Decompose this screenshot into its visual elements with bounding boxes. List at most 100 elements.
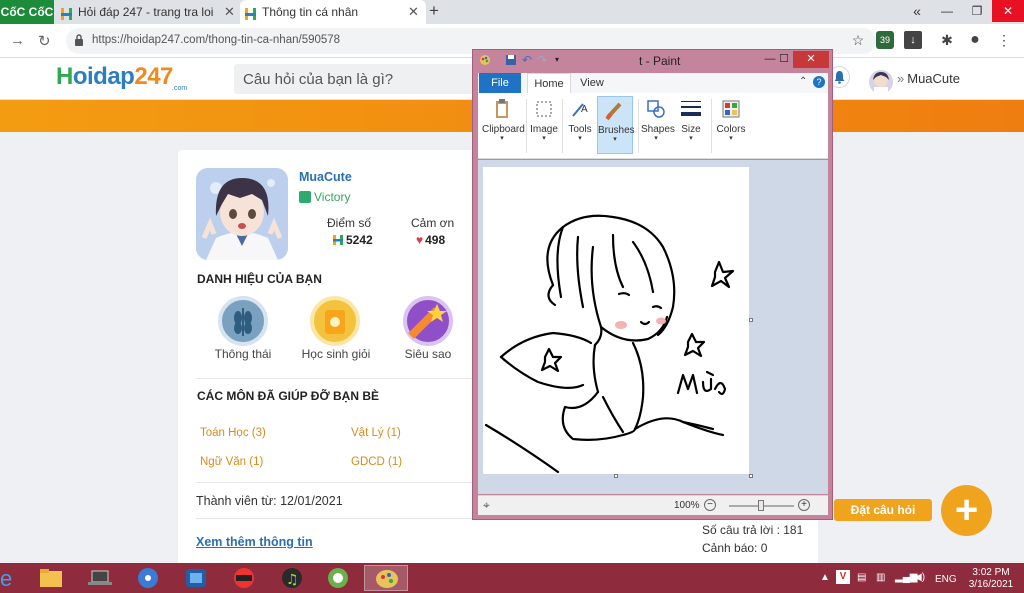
- tab-menu-icon[interactable]: «: [902, 0, 932, 22]
- minimize-button[interactable]: —: [932, 0, 962, 22]
- file-explorer-icon[interactable]: [30, 565, 70, 591]
- tab-hoidap[interactable]: Hỏi đáp 247 - trang tra loi ✕: [56, 0, 238, 24]
- paint-close-button[interactable]: ✕: [793, 51, 829, 68]
- tab-home[interactable]: Home: [527, 73, 571, 93]
- laptop-app-icon[interactable]: [80, 565, 120, 591]
- ribbon-tabs: File Home View ⌃ ?: [478, 73, 828, 93]
- site-search-input[interactable]: Câu hỏi của bạn là gì?: [234, 64, 484, 94]
- tray-app-icon[interactable]: ▥: [876, 572, 885, 583]
- subject-link[interactable]: GDCD (1): [351, 456, 402, 468]
- logo-247: 247: [134, 63, 173, 90]
- tab-title: Thông tin cá nhân: [262, 5, 359, 19]
- close-window-button[interactable]: ✕: [992, 0, 1024, 22]
- tab-close-icon[interactable]: ✕: [408, 0, 419, 24]
- brushes-group[interactable]: Brushes ▾: [597, 96, 635, 154]
- paint-app-icon[interactable]: [479, 54, 491, 66]
- points-label: Điểm số: [327, 216, 372, 230]
- save-icon[interactable]: [505, 54, 517, 66]
- redo-icon[interactable]: ↷: [537, 54, 549, 66]
- video-app-icon[interactable]: [176, 565, 216, 591]
- answers-count: Số câu trả lời : 181: [702, 523, 804, 537]
- logo-oidap: oidap: [72, 63, 135, 90]
- volume-icon[interactable]: ◀): [914, 572, 925, 583]
- tab-profile[interactable]: Thông tin cá nhân ✕: [240, 0, 426, 24]
- help-icon[interactable]: ?: [813, 76, 825, 88]
- badge-wise-icon[interactable]: [218, 296, 268, 346]
- download-icon[interactable]: ↓: [904, 31, 922, 49]
- tray-app-icon[interactable]: ▤: [857, 572, 866, 583]
- colors-group[interactable]: Colors ▾: [714, 96, 748, 154]
- tab-close-icon[interactable]: ✕: [224, 0, 235, 24]
- size-group[interactable]: Size ▾: [676, 96, 706, 154]
- dropdown-arrow-icon: ▾: [654, 135, 658, 142]
- restore-button[interactable]: ❐: [962, 0, 992, 22]
- paint-taskbar-icon[interactable]: [364, 565, 408, 591]
- vietkey-icon[interactable]: V: [836, 570, 850, 584]
- points-number: 5242: [346, 233, 373, 247]
- dropdown-arrow-icon: ▾: [500, 135, 504, 142]
- tools-group[interactable]: A Tools ▾: [565, 96, 595, 154]
- select-icon: [533, 98, 555, 120]
- coccoc-brand[interactable]: CốC CốC: [0, 0, 54, 24]
- zoom-slider-thumb[interactable]: [758, 500, 764, 511]
- shapes-group[interactable]: Shapes ▾: [641, 96, 675, 154]
- account-icon[interactable]: ●: [966, 31, 984, 49]
- undo-icon[interactable]: ↶: [522, 54, 534, 66]
- music-app-icon[interactable]: ♫: [272, 565, 312, 591]
- new-tab-button[interactable]: +: [429, 0, 439, 22]
- badge-label: Học sinh giỏi: [301, 347, 371, 361]
- ask-question-button[interactable]: +: [941, 485, 992, 536]
- user-menu[interactable]: » MuaCute: [897, 71, 960, 86]
- recorder-app-icon[interactable]: [224, 565, 264, 591]
- more-menu-icon[interactable]: ⋮: [995, 31, 1013, 49]
- tab-title: Hỏi đáp 247 - trang tra loi: [78, 5, 214, 19]
- dropdown-arrow-icon: ▾: [542, 135, 546, 142]
- hoidap247-logo[interactable]: Hoidap247: [56, 63, 173, 91]
- ask-question-label[interactable]: Đặt câu hỏi: [834, 499, 932, 521]
- clipboard-group[interactable]: Clipboard ▾: [482, 96, 525, 154]
- ribbon-collapse-icon[interactable]: ⌃: [799, 76, 807, 87]
- zoom-in-button[interactable]: +: [798, 499, 810, 511]
- dropdown-arrow-icon: ▾: [729, 135, 733, 142]
- bookmark-star-icon[interactable]: ☆: [849, 31, 867, 49]
- extensions-puzzle-icon[interactable]: ✱: [938, 31, 956, 49]
- tab-file[interactable]: File: [479, 73, 521, 93]
- badge-good-student-icon[interactable]: [310, 296, 360, 346]
- more-info-link[interactable]: Xem thêm thông tin: [196, 535, 313, 549]
- coccoc-browser-icon[interactable]: [318, 565, 358, 591]
- forward-icon[interactable]: →: [10, 32, 25, 49]
- ribbon-separator: [526, 99, 527, 153]
- hoidap-favicon-icon: [60, 5, 73, 20]
- colors-palette-icon: [720, 98, 742, 120]
- subject-link[interactable]: Ngữ Văn (1): [200, 456, 263, 468]
- reload-icon[interactable]: ↻: [38, 32, 51, 50]
- size-icon: [680, 98, 702, 120]
- media-disc-icon[interactable]: [128, 565, 168, 591]
- windows-taskbar: e ♫ ▲ V ▤ ▥ ▂▄▆ ◀) ENG 3:02 PM 3/16/2021: [0, 563, 1024, 593]
- tray-overflow-icon[interactable]: ▲: [820, 572, 830, 583]
- system-clock[interactable]: 3:02 PM 3/16/2021: [966, 567, 1016, 591]
- image-group[interactable]: Image ▾: [529, 96, 559, 154]
- subject-link[interactable]: Vật Lý (1): [351, 427, 401, 439]
- user-avatar[interactable]: [869, 70, 893, 94]
- paint-title-bar[interactable]: ↶ ↷ ▾ t - Paint — ☐ ✕: [473, 50, 832, 72]
- quick-access-dropdown-icon[interactable]: ▾: [555, 54, 567, 66]
- zoom-level: 100%: [674, 500, 700, 511]
- resize-handle[interactable]: [749, 318, 753, 322]
- badge-superstar-icon[interactable]: [403, 296, 453, 346]
- profile-avatar: [196, 168, 288, 260]
- hoidap-favicon-icon: [244, 5, 257, 20]
- rank-label: Victory: [314, 190, 351, 204]
- tab-view[interactable]: View: [576, 73, 608, 93]
- profile-name[interactable]: MuaCute: [299, 170, 352, 184]
- paint-status-bar: ⌖ 100% − +: [478, 495, 828, 515]
- resize-handle[interactable]: [749, 474, 753, 478]
- subject-link[interactable]: Toán Học (3): [200, 427, 266, 439]
- resize-handle[interactable]: [614, 474, 618, 478]
- extension-shield-icon[interactable]: 39: [876, 31, 894, 49]
- zoom-out-button[interactable]: −: [704, 499, 716, 511]
- thanks-number: 498: [425, 233, 446, 247]
- language-indicator[interactable]: ENG: [935, 574, 957, 585]
- drawing-canvas[interactable]: [483, 167, 749, 474]
- ie-icon[interactable]: e: [0, 565, 20, 591]
